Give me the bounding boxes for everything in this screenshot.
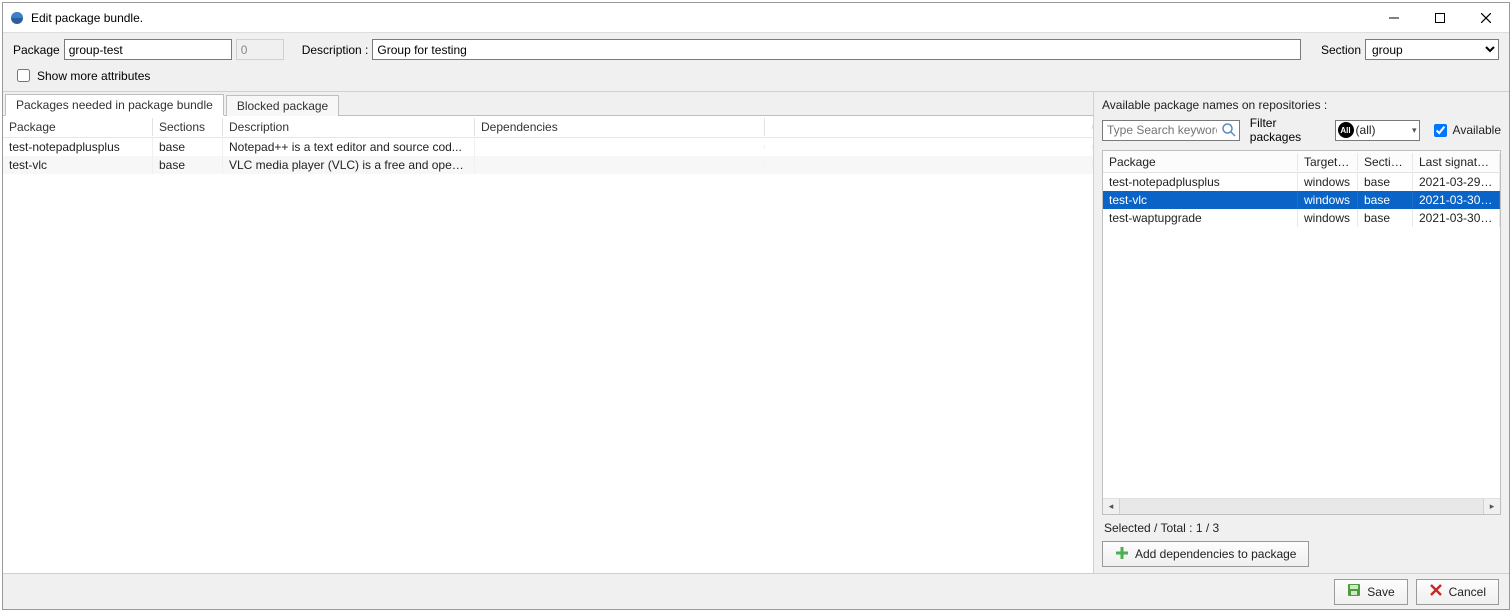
plus-icon <box>1115 546 1129 563</box>
attributes-row: Show more attributes <box>3 64 1509 91</box>
show-more-label: Show more attributes <box>37 69 150 83</box>
close-button[interactable] <box>1463 3 1509 33</box>
right-col-last-signature[interactable]: Last signature ... <box>1413 153 1500 171</box>
left-table-head: Package Sections Description Dependencie… <box>3 116 1093 138</box>
right-table[interactable]: Package Target OS Sections Last signatur… <box>1102 150 1501 515</box>
section-select[interactable]: group <box>1365 39 1499 60</box>
available-checkbox-wrap[interactable]: Available <box>1430 121 1501 140</box>
left-col-empty <box>765 125 1093 129</box>
right-controls: Filter packages All (all) ▾ Available <box>1094 116 1509 150</box>
form-bar: Package 0 Description : Section group <box>3 33 1509 64</box>
right-col-target-os[interactable]: Target OS <box>1298 153 1358 171</box>
right-table-head: Package Target OS Sections Last signatur… <box>1103 151 1500 173</box>
maximize-button[interactable] <box>1417 3 1463 33</box>
window: Edit package bundle. Package 0 Descripti… <box>2 2 1510 610</box>
right-pane: Available package names on repositories … <box>1093 91 1509 573</box>
search-wrap <box>1102 120 1240 141</box>
table-row[interactable]: test-notepadplusplus windows base 2021-0… <box>1103 173 1500 191</box>
cancel-button[interactable]: Cancel <box>1416 579 1499 605</box>
tab-blocked[interactable]: Blocked package <box>226 95 339 116</box>
package-label: Package <box>13 43 60 57</box>
filter-select[interactable]: All (all) ▾ <box>1335 120 1420 141</box>
horizontal-scrollbar[interactable]: ◂ ▸ <box>1103 498 1500 514</box>
table-row[interactable]: test-notepadplusplus base Notepad++ is a… <box>3 138 1093 156</box>
scroll-left-icon[interactable]: ◂ <box>1103 499 1119 515</box>
right-col-sections[interactable]: Sections <box>1358 153 1413 171</box>
right-heading: Available package names on repositories … <box>1094 92 1509 116</box>
selection-status: Selected / Total : 1 / 3 <box>1094 515 1509 541</box>
left-col-description[interactable]: Description <box>223 118 475 136</box>
tabs: Packages needed in package bundle Blocke… <box>3 92 1093 116</box>
table-row[interactable]: test-vlc base VLC media player (VLC) is … <box>3 156 1093 174</box>
search-icon <box>1221 122 1237 138</box>
app-icon <box>9 10 25 26</box>
minimize-button[interactable] <box>1371 3 1417 33</box>
table-row[interactable]: test-vlc windows base 2021-03-30T09... <box>1103 191 1500 209</box>
right-col-package[interactable]: Package <box>1103 153 1298 171</box>
description-input[interactable] <box>372 39 1301 60</box>
available-checkbox[interactable] <box>1434 124 1447 137</box>
package-input[interactable] <box>64 39 232 60</box>
show-more-checkbox[interactable] <box>17 69 30 82</box>
description-label: Description : <box>302 43 369 57</box>
scroll-right-icon[interactable]: ▸ <box>1484 499 1500 515</box>
main-split: Packages needed in package bundle Blocke… <box>3 91 1509 573</box>
cancel-icon <box>1429 583 1443 600</box>
table-row[interactable]: test-waptupgrade windows base 2021-03-30… <box>1103 209 1500 227</box>
save-button[interactable]: Save <box>1334 579 1407 605</box>
filter-all-icon: All <box>1338 122 1354 138</box>
version-field: 0 <box>236 39 284 60</box>
window-title: Edit package bundle. <box>31 11 143 25</box>
section-label: Section <box>1321 43 1361 57</box>
left-table[interactable]: Package Sections Description Dependencie… <box>3 116 1093 573</box>
tab-needed[interactable]: Packages needed in package bundle <box>5 94 224 116</box>
left-pane: Packages needed in package bundle Blocke… <box>3 91 1093 573</box>
scroll-track[interactable] <box>1119 499 1484 515</box>
left-col-sections[interactable]: Sections <box>153 118 223 136</box>
save-icon <box>1347 583 1361 600</box>
filter-label: Filter packages <box>1250 116 1325 144</box>
left-col-dependencies[interactable]: Dependencies <box>475 118 765 136</box>
add-dependencies-button[interactable]: Add dependencies to package <box>1102 541 1309 567</box>
left-col-package[interactable]: Package <box>3 118 153 136</box>
search-input[interactable] <box>1102 120 1240 141</box>
title-bar: Edit package bundle. <box>3 3 1509 33</box>
bottom-bar: Save Cancel <box>3 573 1509 609</box>
chevron-down-icon: ▾ <box>1412 125 1417 136</box>
